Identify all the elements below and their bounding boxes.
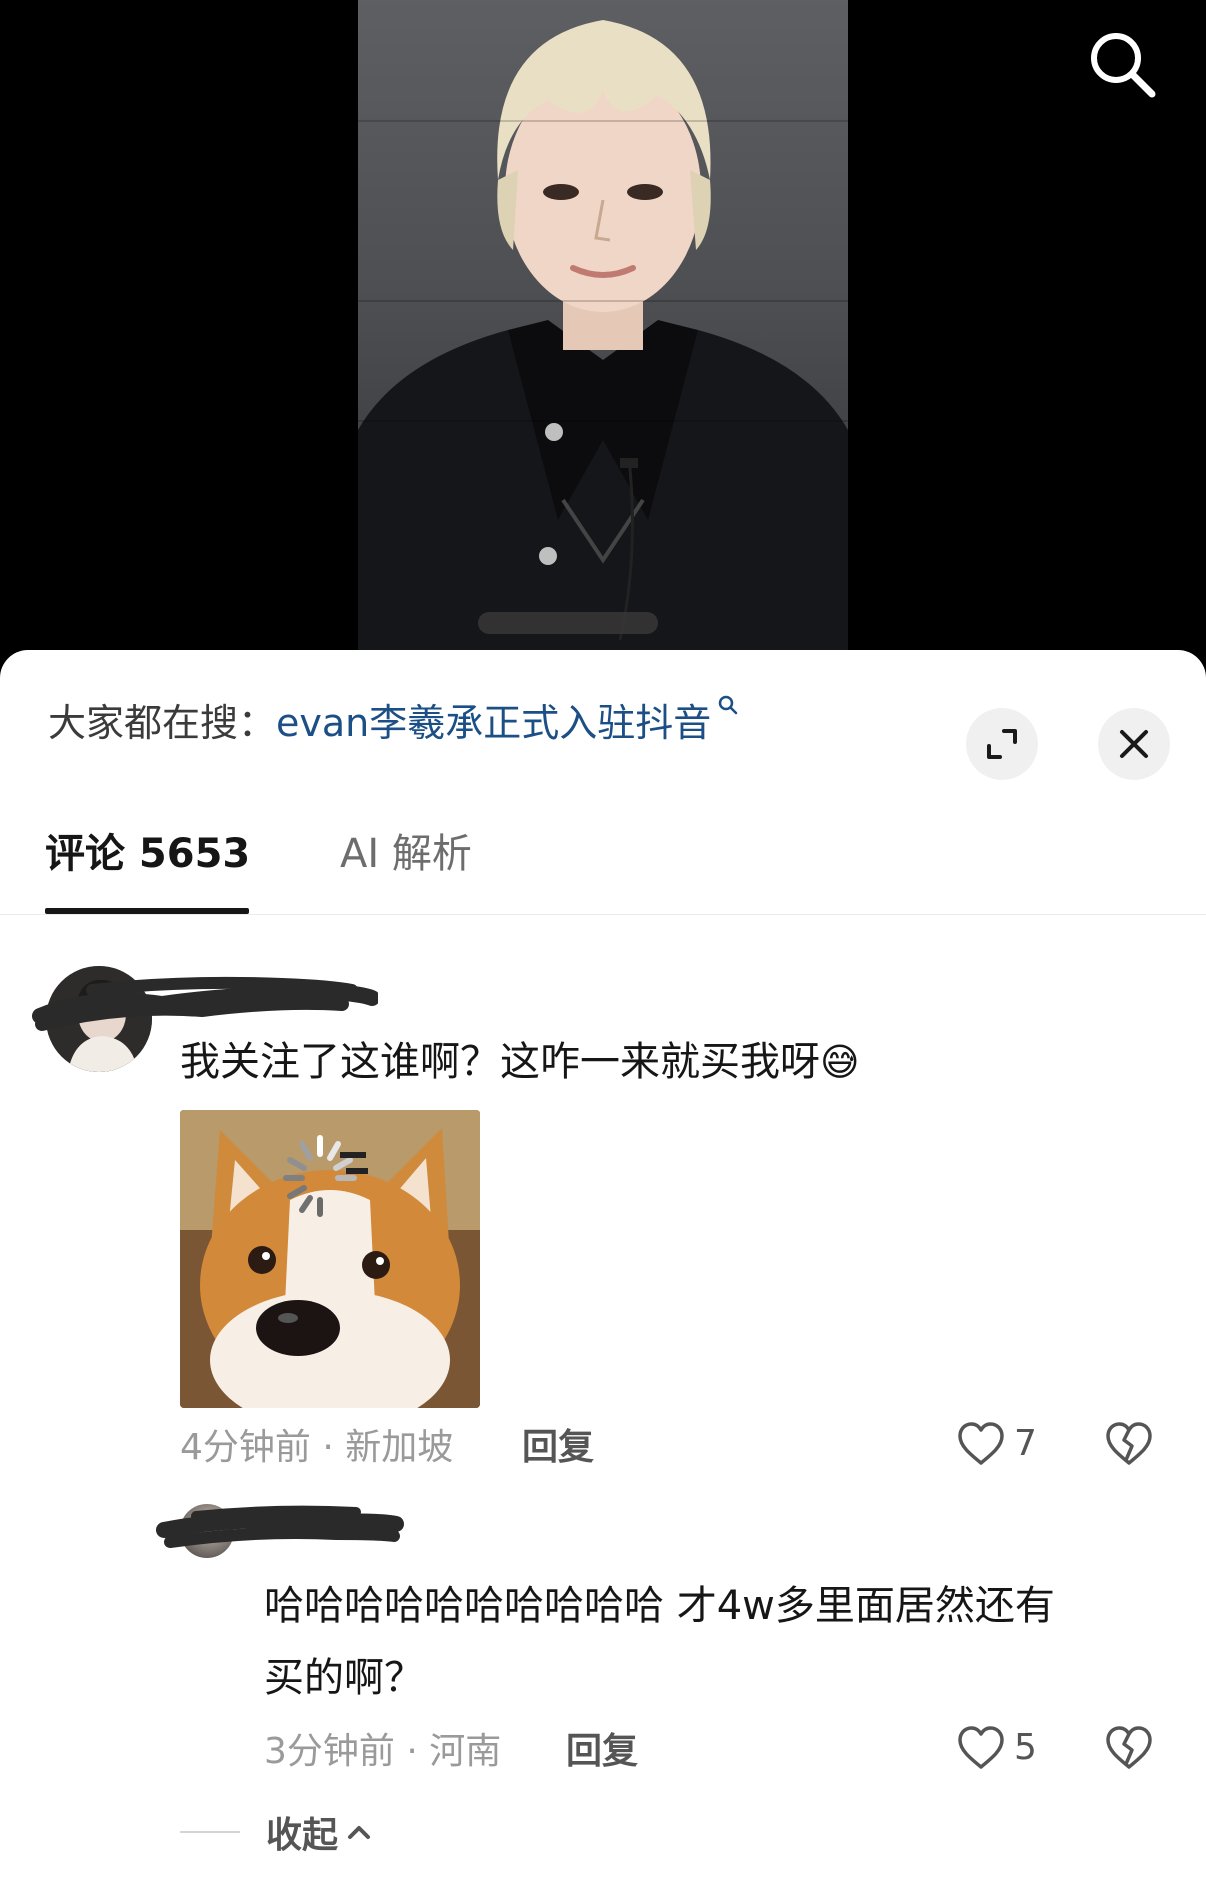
dislike-button[interactable] (1104, 1420, 1154, 1472)
video-person-figure (358, 20, 848, 680)
tab-ai-analysis[interactable]: AI 解析 (340, 800, 472, 914)
collapse-label: 收起 (266, 1815, 339, 1856)
comment-body: 我关注了这谁啊？这咋一来就买我呀 (180, 1039, 820, 1085)
collapse-divider (180, 1831, 240, 1833)
close-button[interactable] (1098, 708, 1170, 780)
close-icon (1120, 730, 1148, 758)
suggested-search[interactable]: 大家都在搜：evan李羲承正式入驻抖音 (48, 695, 739, 748)
tab-comments[interactable]: 评论 5653 (45, 800, 250, 914)
like-count: 7 (1014, 1423, 1037, 1464)
redacted-username (156, 1505, 404, 1548)
reply-text-line-1: 哈哈哈哈哈哈哈哈哈哈 才4w多里面居然还有 (264, 1583, 1055, 1629)
active-tab-indicator (45, 908, 249, 914)
collapse-replies-button[interactable]: 收起 (180, 1808, 374, 1856)
expand-icon (987, 729, 1017, 759)
mini-search-icon (719, 695, 738, 715)
heart-outline-icon (958, 1726, 1004, 1769)
emoji: 😅 (820, 1040, 860, 1084)
suggested-search-query[interactable]: evan李羲承正式入驻抖音 (276, 701, 711, 745)
search-button[interactable] (1082, 24, 1162, 104)
search-icon (1091, 33, 1156, 98)
dislike-button[interactable] (1104, 1724, 1154, 1776)
redacted-username (32, 976, 378, 1031)
comment-meta: 4分钟前 · 新加坡 (180, 1427, 454, 1468)
reply-text-line-2: 买的啊？ (264, 1655, 424, 1701)
reply-meta: 3分钟前 · 河南 (264, 1731, 502, 1772)
broken-heart-icon (1106, 1726, 1152, 1769)
corgi-sticker (180, 1110, 480, 1408)
video-frame (358, 0, 848, 680)
like-button[interactable]: 7 (956, 1420, 1037, 1468)
like-count: 5 (1014, 1727, 1037, 1768)
broken-heart-icon (1106, 1422, 1152, 1465)
like-button[interactable]: 5 (956, 1724, 1037, 1772)
reply-button[interactable]: 回复 (522, 1424, 594, 1472)
reply-button[interactable]: 回复 (566, 1728, 638, 1776)
comment-text: 我关注了这谁啊？这咋一来就买我呀😅 (180, 1030, 860, 1094)
suggested-search-prefix: 大家都在搜： (48, 701, 277, 745)
comment-sticker-image[interactable] (180, 1110, 480, 1408)
expand-button[interactable] (966, 708, 1038, 780)
heart-outline-icon (958, 1422, 1004, 1465)
chevron-up-icon (348, 1826, 371, 1839)
tab-bar: 评论 5653 AI 解析 (0, 800, 1206, 915)
video-player[interactable] (0, 0, 1206, 680)
